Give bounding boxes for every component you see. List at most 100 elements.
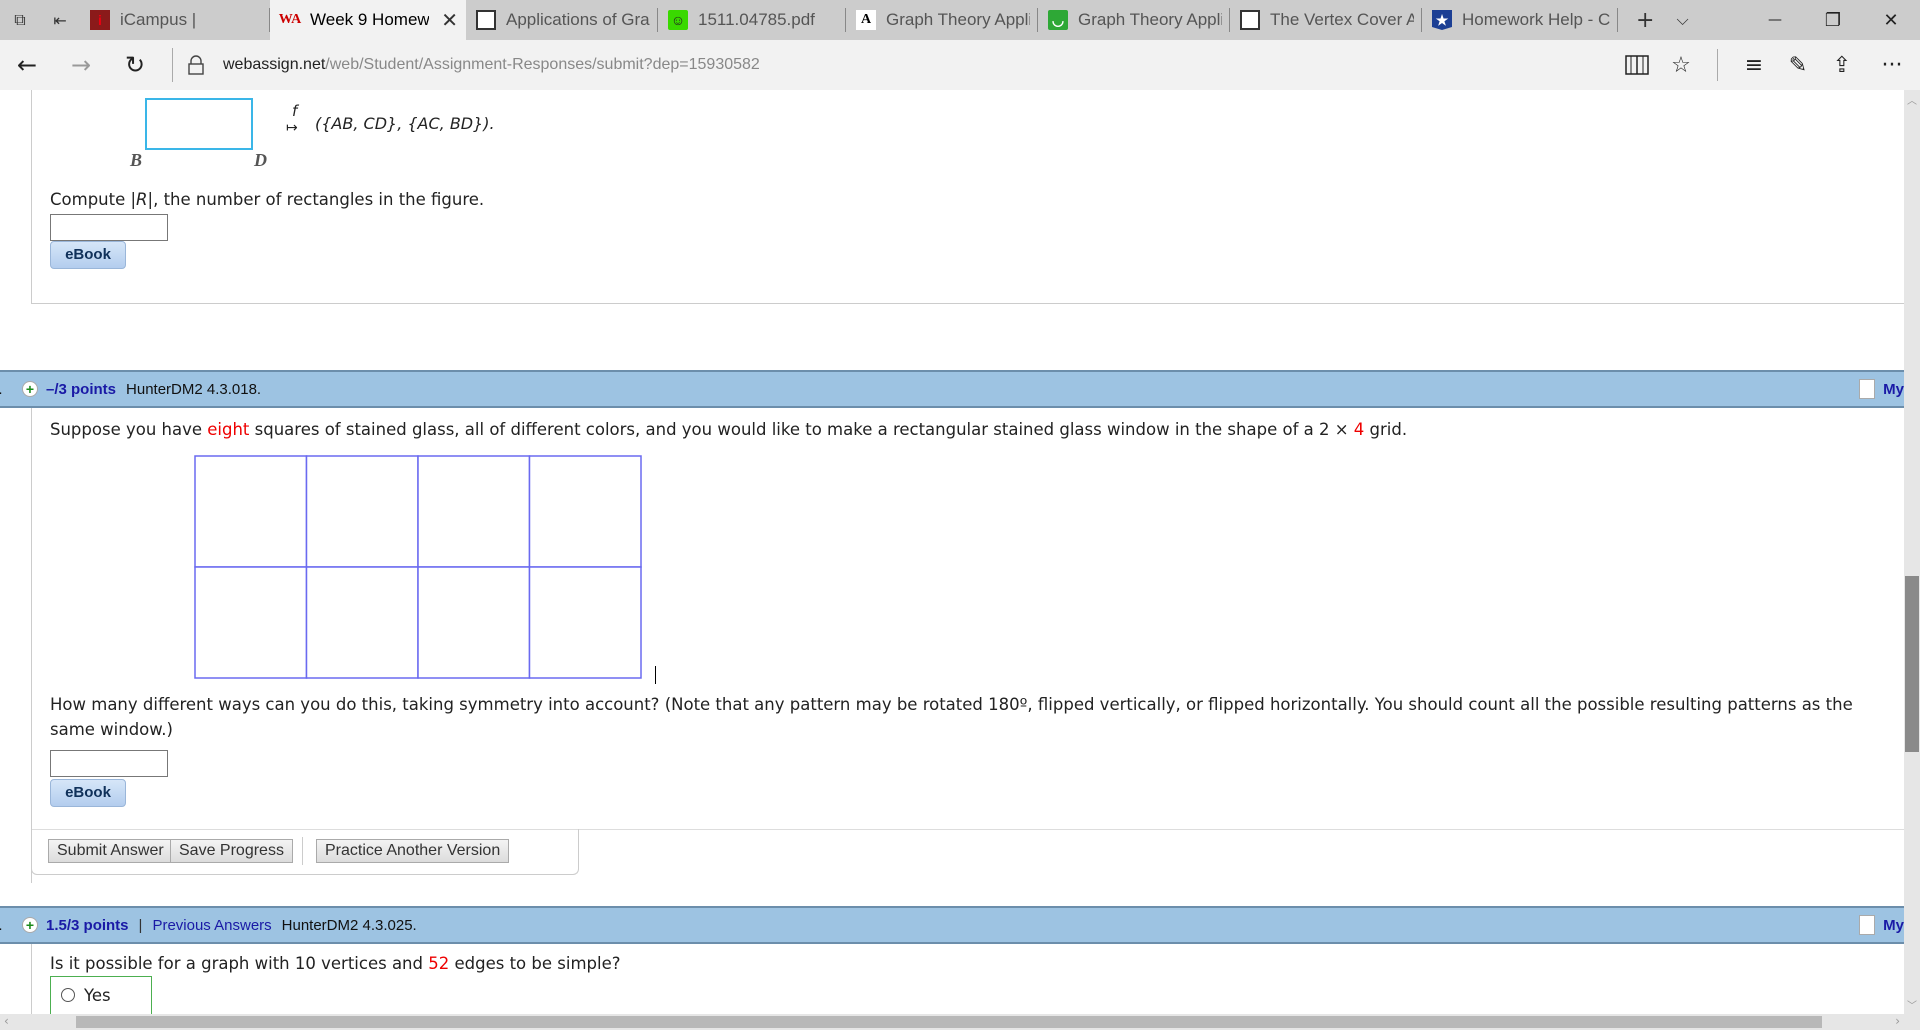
tab-week9-homework[interactable]: WA Week 9 Homew ✕ (270, 0, 466, 40)
grid-cell (194, 566, 308, 679)
minimize-button[interactable]: — (1746, 0, 1804, 40)
previous-answers-link[interactable]: Previous Answers (152, 917, 271, 934)
grid-cell (528, 455, 642, 568)
tab-graph-theory-2[interactable]: ◡ Graph Theory Appli (1038, 0, 1230, 40)
favorite-star-icon[interactable]: ☆ (1659, 40, 1703, 90)
tab-label: Graph Theory Appli (1078, 10, 1222, 29)
text: squares of stained glass, all of differe… (249, 420, 1354, 439)
close-window-button[interactable]: ✕ (1862, 0, 1920, 40)
tab-preview-icon[interactable]: ⧉ (0, 0, 40, 40)
highlight-52: 52 (428, 954, 450, 973)
prompt-text: Compute | (50, 190, 137, 209)
tab-label: Homework Help - C (1462, 10, 1610, 29)
grid-cell (194, 455, 308, 568)
navigation-bar: ← → ↻ webassign.net/web/Student/Assignme… (0, 40, 1920, 90)
stained-glass-grid (194, 455, 642, 679)
question-7-answer-input[interactable] (50, 750, 168, 777)
scrollbar-corner (1904, 1014, 1920, 1030)
scroll-right-arrow-icon[interactable]: › (1895, 1014, 1900, 1028)
tab-list-chevron-icon[interactable]: ⌵ (1676, 10, 1688, 30)
tab-label: Graph Theory Appli (886, 10, 1030, 29)
points-link[interactable]: –/3 points (46, 381, 116, 398)
lock-icon (181, 55, 211, 75)
expand-plus-icon[interactable]: + (22, 917, 38, 933)
question-7-prompt: How many different ways can you do this,… (50, 692, 1900, 742)
text: Is it possible for a graph with 10 verti… (50, 954, 429, 973)
academia-favicon: A (856, 10, 876, 30)
horizontal-scrollbar[interactable]: ‹ › (0, 1014, 1904, 1030)
set-aside-tabs-icon[interactable]: ⇤ (40, 0, 80, 40)
notes-document-icon[interactable] (1859, 915, 1876, 935)
horizontal-scroll-thumb[interactable] (76, 1016, 1822, 1028)
tab-applications-of-graph[interactable]: Applications of Gra| (466, 0, 658, 40)
prompt-line-2: same window.) (50, 720, 173, 739)
radio-yes[interactable] (61, 988, 75, 1002)
close-tab-icon[interactable]: ✕ (441, 8, 458, 33)
action-buttons-panel: Submit Answer Save Progress Practice Ano… (31, 829, 579, 875)
forward-button[interactable]: → (54, 40, 108, 90)
divider (302, 837, 303, 865)
grid-cell (305, 455, 419, 568)
tab-icampus[interactable]: i iCampus | (80, 0, 270, 40)
share-icon[interactable]: ⇪ (1820, 40, 1864, 90)
restore-button[interactable]: ❐ (1804, 0, 1862, 40)
answer-option-yes[interactable]: Yes (50, 976, 152, 1014)
new-tab-button[interactable]: + (1636, 8, 1654, 33)
back-button[interactable]: ← (0, 40, 54, 90)
tab-vertex-cover[interactable]: The Vertex Cover Al (1230, 0, 1422, 40)
url-host: webassign.net (223, 56, 326, 73)
my-notes-link[interactable]: My (1883, 917, 1904, 934)
more-options-icon[interactable]: ··· (1864, 40, 1920, 90)
scroll-down-arrow-icon[interactable]: ﹀ (1904, 997, 1920, 1012)
separator: | (138, 916, 143, 934)
vertex-label-b: B (130, 150, 143, 170)
scroll-up-arrow-icon[interactable]: ︿ (1904, 92, 1920, 107)
question-7-body: Suppose you have eight squares of staine… (31, 408, 1904, 883)
tab-label: iCampus | (120, 10, 197, 29)
question-8-body: Is it possible for a graph with 10 verti… (31, 944, 1904, 1014)
highlight-four: 4 (1353, 420, 1365, 439)
tab-pdf[interactable]: ☺ 1511.04785.pdf (658, 0, 846, 40)
hub-icon[interactable]: ≡ (1732, 40, 1776, 90)
submit-answer-button[interactable]: Submit Answer (48, 839, 173, 863)
prompt-text: |, the number of rectangles in the figur… (147, 190, 485, 209)
ebook-button[interactable]: eBook (50, 779, 126, 807)
question-6-answer-input[interactable] (50, 214, 168, 241)
variable-r: R (136, 190, 148, 209)
tab-label: Applications of Gra| (506, 10, 650, 29)
text: grid. (1364, 420, 1408, 439)
question-source: HunterDM2 4.3.018. (126, 380, 262, 398)
text: edges to be simple? (449, 954, 621, 973)
expand-plus-icon[interactable]: + (22, 381, 38, 397)
smiley-green-favicon: ◡ (1048, 10, 1068, 30)
ebook-button[interactable]: eBook (50, 241, 126, 269)
vertical-scroll-thumb[interactable] (1905, 576, 1919, 752)
webassign-favicon: WA (278, 12, 302, 27)
mapsto-arrow-icon: ↦ (286, 120, 298, 136)
tab-label: 1511.04785.pdf (698, 10, 815, 29)
my-notes-link[interactable]: My (1883, 381, 1904, 398)
mapping-expression: ({AB, CD}, {AC, BD}). (315, 114, 495, 133)
vertical-scrollbar[interactable]: ︿ ﹀ (1904, 90, 1920, 1014)
blank-page-favicon (476, 10, 496, 30)
save-progress-button[interactable]: Save Progress (170, 839, 293, 863)
question-source: HunterDM2 4.3.025. (281, 916, 417, 934)
web-note-pen-icon[interactable]: ✎ (1776, 40, 1820, 90)
refresh-button[interactable]: ↻ (108, 40, 162, 90)
practice-another-version-button[interactable]: Practice Another Version (316, 839, 510, 863)
divider (1717, 49, 1718, 81)
grid-cell (417, 566, 531, 679)
text-cursor (655, 666, 656, 684)
points-link[interactable]: 1.5/3 points (46, 917, 129, 934)
question-8-header: 8. + 1.5/3 points | Previous Answers Hun… (0, 906, 1904, 944)
tab-homework-help[interactable]: ★ Homework Help - C (1422, 0, 1618, 40)
icampus-favicon: i (90, 10, 110, 30)
prompt-line-1: How many different ways can you do this,… (50, 695, 1853, 714)
tab-graph-theory-1[interactable]: A Graph Theory Appli (846, 0, 1038, 40)
notes-document-icon[interactable] (1859, 379, 1876, 399)
reading-view-icon[interactable] (1615, 40, 1659, 90)
address-bar[interactable]: webassign.net/web/Student/Assignment-Res… (223, 56, 760, 74)
grid-cell (528, 566, 642, 679)
url-path: /web/Student/Assignment-Responses/submit… (325, 56, 760, 73)
scroll-left-arrow-icon[interactable]: ‹ (4, 1014, 9, 1028)
